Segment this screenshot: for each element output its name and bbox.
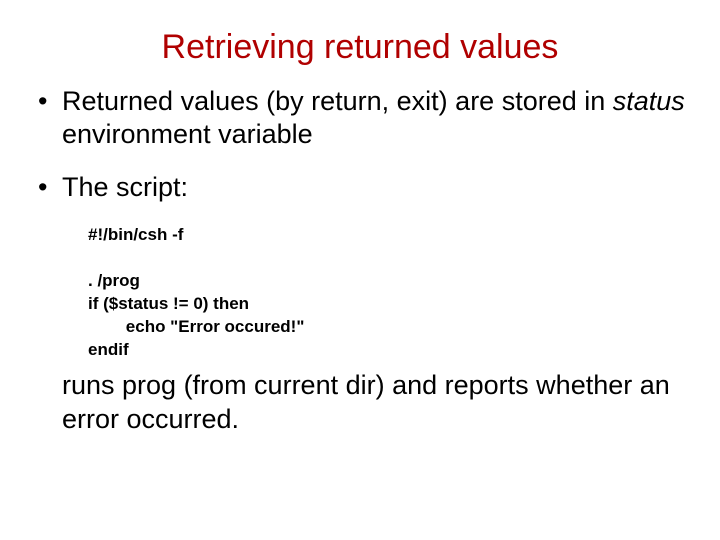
- code-line-1: #!/bin/csh -f: [88, 225, 183, 244]
- status-keyword: status: [613, 86, 685, 116]
- slide: Retrieving returned values Returned valu…: [0, 0, 720, 540]
- bullet-item-1: Returned values (by return, exit) are st…: [32, 85, 688, 151]
- slide-title: Retrieving returned values: [32, 28, 688, 67]
- code-block: #!/bin/csh -f . /prog if ($status != 0) …: [88, 224, 688, 362]
- code-line-4: echo "Error occured!": [88, 317, 304, 336]
- code-line-5: endif: [88, 340, 129, 359]
- code-line-3: if ($status != 0) then: [88, 294, 249, 313]
- bullet-2-text: The script:: [62, 172, 188, 202]
- bullet-1-text-pre: Returned values (by return, exit) are st…: [62, 86, 613, 116]
- bullet-1-text-post: environment variable: [62, 119, 313, 149]
- bullet-list: Returned values (by return, exit) are st…: [32, 85, 688, 204]
- closing-text: runs prog (from current dir) and reports…: [62, 369, 688, 437]
- code-line-2: . /prog: [88, 271, 140, 290]
- bullet-item-2: The script:: [32, 171, 688, 204]
